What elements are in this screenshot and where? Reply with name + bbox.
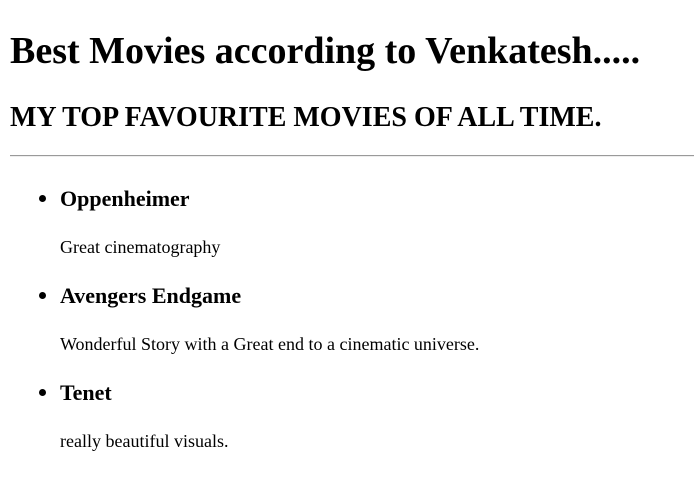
movie-description: Wonderful Story with a Great end to a ci…	[60, 334, 480, 354]
bullet-icon	[39, 195, 46, 202]
movie-description: Great cinematography	[60, 237, 221, 257]
page-subtitle: MY TOP FAVOURITE MOVIES OF ALL TIME.	[10, 102, 602, 133]
movie-title: Tenet	[60, 380, 112, 405]
bullet-icon	[39, 292, 46, 299]
movie-description: really beautiful visuals.	[60, 431, 229, 451]
movie-title: Avengers Endgame	[60, 283, 242, 308]
bullet-icon	[39, 389, 46, 396]
list-item: Tenet really beautiful visuals.	[0, 376, 694, 472]
list-item: Avengers Endgame Wonderful Story with a …	[0, 279, 694, 376]
movie-list: Oppenheimer Great cinematography Avenger…	[0, 182, 694, 472]
page-title: Best Movies according to Venkatesh.....	[10, 30, 641, 72]
movie-title: Oppenheimer	[60, 186, 190, 211]
divider	[10, 155, 694, 157]
list-item: Oppenheimer Great cinematography	[0, 182, 694, 279]
page: Best Movies according to Venkatesh..... …	[0, 0, 694, 477]
